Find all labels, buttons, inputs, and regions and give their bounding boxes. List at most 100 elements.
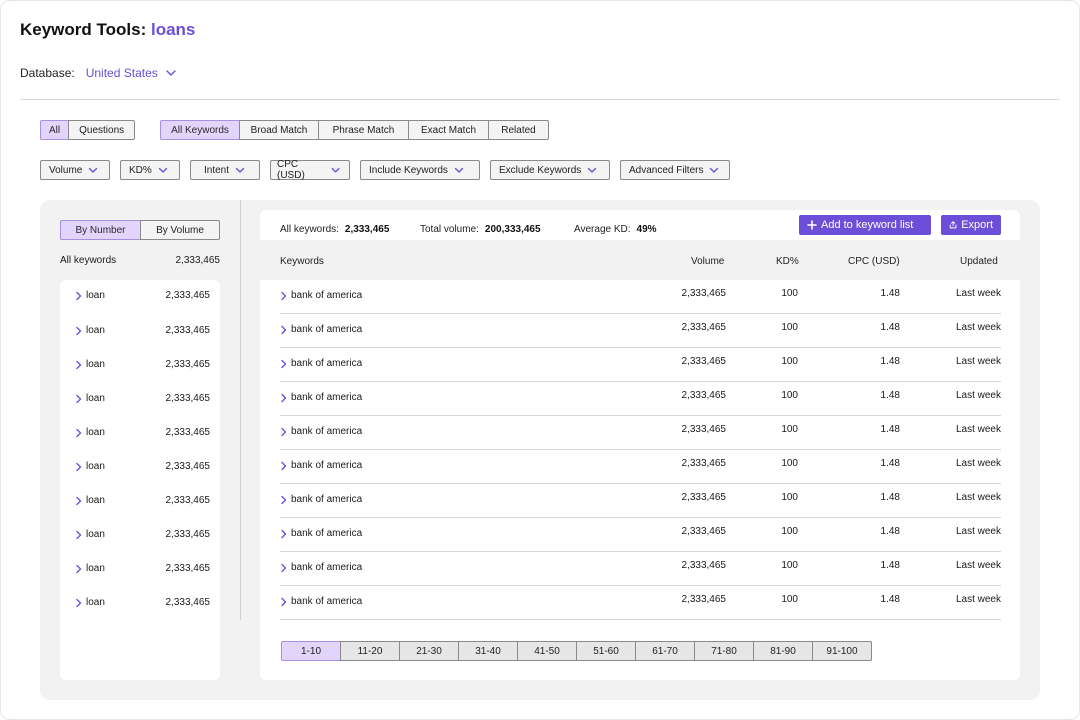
keyword-text: bank of america	[291, 528, 363, 539]
table-row[interactable]: bank of america 2,333,465 100 1.48 Last …	[280, 552, 1001, 586]
chevron-right-icon[interactable]	[280, 325, 288, 335]
keyword-cell[interactable]: bank of america	[280, 358, 362, 369]
toggle-broad-match[interactable]: Broad Match	[239, 120, 319, 140]
page-button[interactable]: 31-40	[458, 641, 518, 661]
chevron-right-icon[interactable]	[280, 563, 288, 573]
updated-cell: Last week	[955, 356, 1001, 367]
toggle-exact-match[interactable]: Exact Match	[408, 120, 489, 140]
table-row[interactable]: bank of america 2,333,465 100 1.48 Last …	[280, 518, 1001, 552]
filter-cpc[interactable]: CPC (USD)	[270, 159, 350, 181]
toggle-related[interactable]: Related	[488, 120, 549, 140]
header-kd[interactable]: KD%	[776, 256, 799, 267]
filter-exclude-keywords[interactable]: Exclude Keywords	[490, 160, 610, 180]
header-keywords[interactable]: Keywords	[280, 256, 324, 267]
filter-intent[interactable]: Intent	[190, 160, 260, 180]
filter-volume[interactable]: Volume	[40, 160, 110, 180]
page-button[interactable]: 71-80	[694, 641, 754, 661]
table-row[interactable]: bank of america 2,333,465 100 1.48 Last …	[280, 348, 1001, 382]
group-item[interactable]: loan 2,333,465	[75, 597, 210, 608]
chevron-right-icon[interactable]	[75, 530, 83, 540]
chevron-right-icon[interactable]	[75, 428, 83, 438]
keyword-cell[interactable]: bank of america	[280, 392, 362, 403]
table-row[interactable]: bank of america 2,333,465 100 1.48 Last …	[280, 450, 1001, 484]
page-button[interactable]: 61-70	[635, 641, 695, 661]
keyword-cell[interactable]: bank of america	[280, 528, 362, 539]
keyword-cell[interactable]: bank of america	[280, 562, 362, 573]
page-button[interactable]: 1-10	[281, 641, 341, 661]
group-item[interactable]: loan 2,333,465	[75, 563, 210, 574]
group-item[interactable]: loan 2,333,465	[75, 325, 210, 336]
group-count: 2,333,465	[165, 325, 211, 336]
header-updated[interactable]: Updated	[960, 256, 998, 267]
toggle-all-keywords[interactable]: All Keywords	[160, 120, 240, 140]
chevron-right-icon[interactable]	[75, 564, 83, 574]
table-row[interactable]: bank of america 2,333,465 100 1.48 Last …	[280, 416, 1001, 450]
filter-advanced[interactable]: Advanced Filters	[620, 160, 730, 180]
toggle-by-volume[interactable]: By Volume	[140, 220, 220, 240]
table-row[interactable]: bank of america 2,333,465 100 1.48 Last …	[280, 484, 1001, 518]
keyword-cell[interactable]: bank of america	[280, 596, 362, 607]
chevron-right-icon[interactable]	[75, 360, 83, 370]
chevron-right-icon[interactable]	[280, 529, 288, 539]
page-button[interactable]: 21-30	[399, 641, 459, 661]
keyword-text: bank of america	[291, 562, 363, 573]
chevron-down-icon	[158, 167, 167, 173]
keyword-text: bank of america	[291, 596, 363, 607]
chevron-down-icon[interactable]	[164, 66, 178, 80]
chevron-right-icon[interactable]	[280, 427, 288, 437]
group-item[interactable]: loan 2,333,465	[75, 461, 210, 472]
keyword-cell[interactable]: bank of america	[280, 324, 362, 335]
add-to-keyword-list-button[interactable]: Add to keyword list	[799, 215, 931, 235]
table-row[interactable]: bank of america 2,333,465 100 1.48 Last …	[280, 314, 1001, 348]
page-button[interactable]: 81-90	[753, 641, 813, 661]
keyword-cell[interactable]: bank of america	[280, 460, 362, 471]
database-value[interactable]: United States	[86, 66, 158, 80]
group-item[interactable]: loan 2,333,465	[75, 529, 210, 540]
table-row[interactable]: bank of america 2,333,465 100 1.48 Last …	[280, 280, 1001, 314]
chevron-right-icon[interactable]	[280, 393, 288, 403]
add-to-keyword-list-label: Add to keyword list	[821, 219, 914, 231]
page-button[interactable]: 91-100	[812, 641, 872, 661]
chevron-right-icon[interactable]	[75, 326, 83, 336]
table-row[interactable]: bank of america 2,333,465 100 1.48 Last …	[280, 382, 1001, 416]
group-item[interactable]: loan 2,333,465	[75, 495, 210, 506]
toggle-phrase-match[interactable]: Phrase Match	[318, 120, 409, 140]
group-label: loan	[86, 461, 105, 472]
chevron-right-icon[interactable]	[75, 394, 83, 404]
chevron-right-icon[interactable]	[280, 495, 288, 505]
group-item[interactable]: loan 2,333,465	[75, 290, 210, 301]
group-label: loan	[86, 290, 105, 301]
toggle-questions[interactable]: Questions	[68, 120, 136, 140]
keyword-cell[interactable]: bank of america	[280, 426, 362, 437]
keyword-cell[interactable]: bank of america	[280, 494, 362, 505]
chevron-right-icon[interactable]	[75, 598, 83, 608]
page-button[interactable]: 51-60	[576, 641, 636, 661]
filter-include-keywords[interactable]: Include Keywords	[360, 160, 480, 180]
group-item[interactable]: loan 2,333,465	[75, 359, 210, 370]
export-button[interactable]: Export	[941, 215, 1001, 235]
group-label: loan	[86, 597, 105, 608]
filter-kd[interactable]: KD%	[120, 160, 180, 180]
chevron-right-icon[interactable]	[280, 359, 288, 369]
chevron-down-icon	[235, 167, 245, 173]
group-item[interactable]: loan 2,333,465	[75, 427, 210, 438]
database-selector[interactable]: Database: United States	[20, 66, 178, 80]
table-row[interactable]: bank of america 2,333,465 100 1.48 Last …	[280, 586, 1001, 620]
chevron-right-icon[interactable]	[280, 597, 288, 607]
header-cpc[interactable]: CPC (USD)	[848, 256, 900, 267]
toggle-by-number[interactable]: By Number	[60, 220, 141, 240]
toggle-all[interactable]: All	[40, 120, 70, 140]
page-button[interactable]: 11-20	[340, 641, 400, 661]
page-button[interactable]: 41-50	[517, 641, 577, 661]
chevron-right-icon[interactable]	[75, 496, 83, 506]
group-label: loan	[86, 495, 105, 506]
updated-cell: Last week	[955, 458, 1001, 469]
header-volume[interactable]: Volume	[691, 256, 724, 267]
chevron-right-icon[interactable]	[75, 291, 83, 301]
chevron-right-icon[interactable]	[280, 461, 288, 471]
panel-separator	[240, 200, 241, 620]
keyword-cell[interactable]: bank of america	[280, 290, 362, 301]
chevron-right-icon[interactable]	[75, 462, 83, 472]
chevron-right-icon[interactable]	[280, 291, 288, 301]
group-item[interactable]: loan 2,333,465	[75, 393, 210, 404]
